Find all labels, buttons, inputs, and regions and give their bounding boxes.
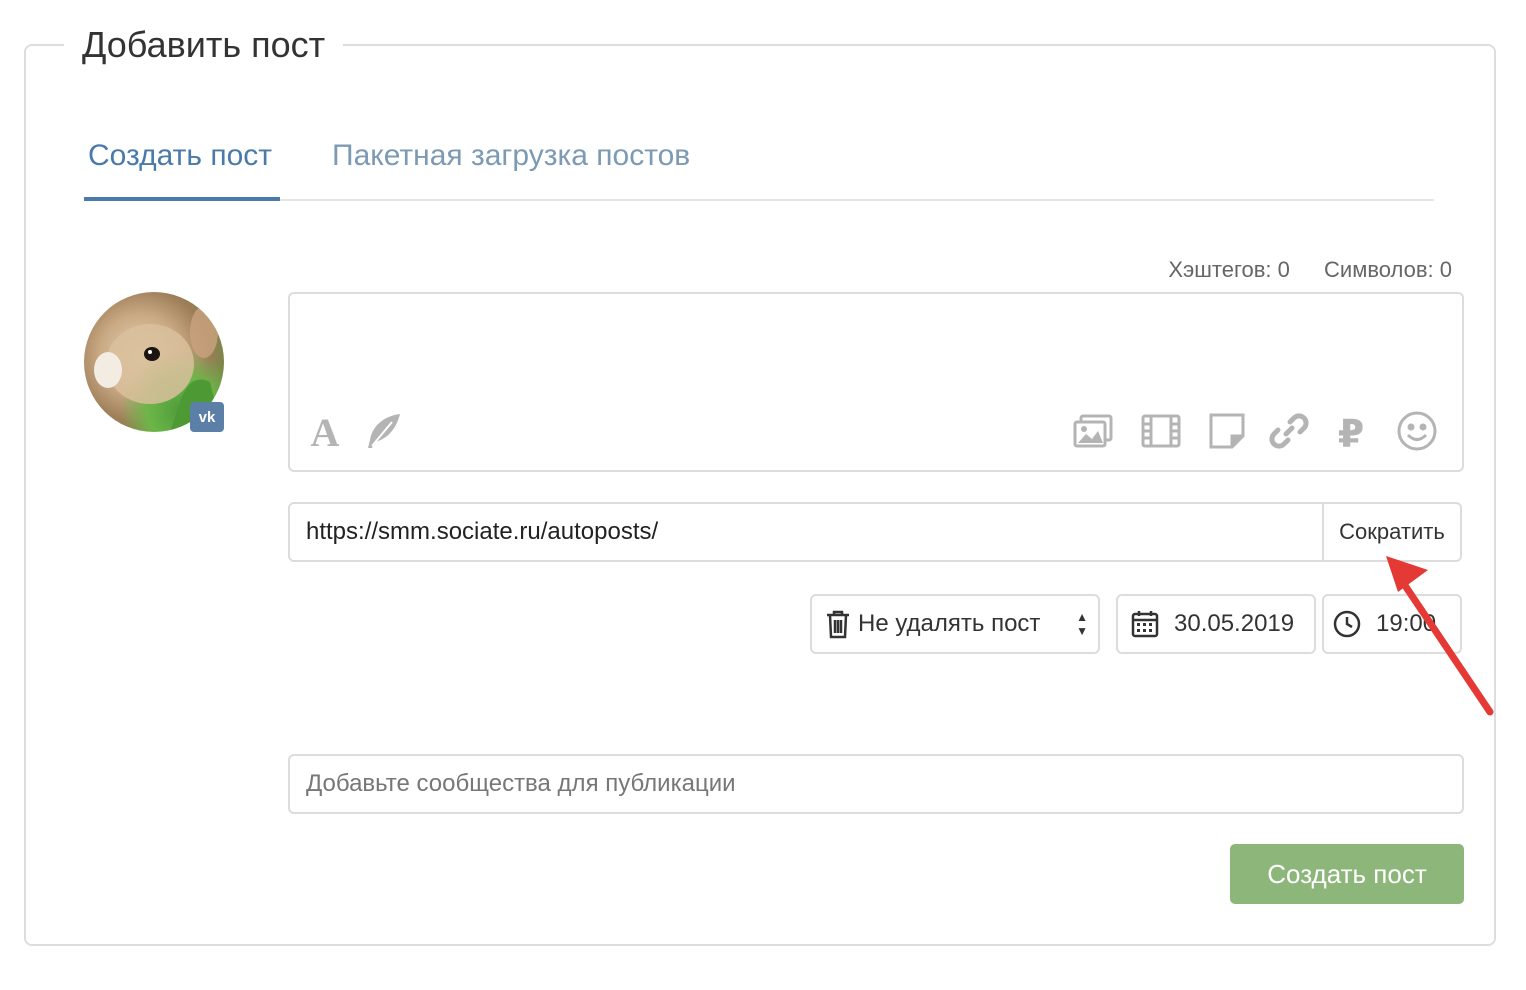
- active-tab-indicator: [84, 197, 280, 201]
- trash-icon: [827, 610, 849, 639]
- video-icon[interactable]: [1138, 408, 1184, 454]
- date-value: 30.05.2019: [1174, 610, 1295, 637]
- tabs-divider: [84, 199, 1434, 201]
- font-icon[interactable]: A: [302, 408, 348, 454]
- calendar-icon: [1131, 611, 1159, 638]
- smiley-icon[interactable]: [1394, 408, 1440, 454]
- link-icon[interactable]: [1266, 408, 1312, 454]
- select-arrows-icon: ▲ ▼: [1076, 610, 1088, 638]
- communities-input[interactable]: [288, 754, 1464, 814]
- svg-text:₽: ₽: [1338, 412, 1364, 452]
- svg-text:A: A: [311, 410, 340, 452]
- time-value: 19:00: [1376, 610, 1437, 637]
- tab-create-post[interactable]: Создать пост: [88, 136, 272, 176]
- feather-icon[interactable]: [360, 408, 406, 454]
- time-picker[interactable]: 19:00: [1322, 594, 1462, 654]
- date-picker[interactable]: 30.05.2019: [1116, 594, 1316, 654]
- post-counters: Хэштегов: 0 Символов: 0: [1140, 256, 1452, 284]
- ruble-icon[interactable]: ₽: [1328, 408, 1374, 454]
- clock-icon: [1333, 610, 1361, 638]
- create-post-button[interactable]: Создать пост: [1230, 844, 1464, 904]
- delete-post-select[interactable]: Не удалять пост ▲ ▼: [810, 594, 1100, 654]
- url-input[interactable]: [290, 504, 1322, 560]
- shorten-button[interactable]: Сократить: [1324, 504, 1460, 560]
- images-icon[interactable]: [1070, 408, 1116, 454]
- delete-option-label: Не удалять пост: [858, 610, 1041, 637]
- symbol-counter: Символов: 0: [1324, 257, 1452, 282]
- note-icon[interactable]: [1204, 408, 1250, 454]
- tab-batch-upload[interactable]: Пакетная загрузка постов: [332, 136, 690, 176]
- hashtag-counter: Хэштегов: 0: [1168, 257, 1290, 282]
- vk-icon: vk: [190, 402, 224, 432]
- panel-title: Добавить пост: [64, 20, 344, 70]
